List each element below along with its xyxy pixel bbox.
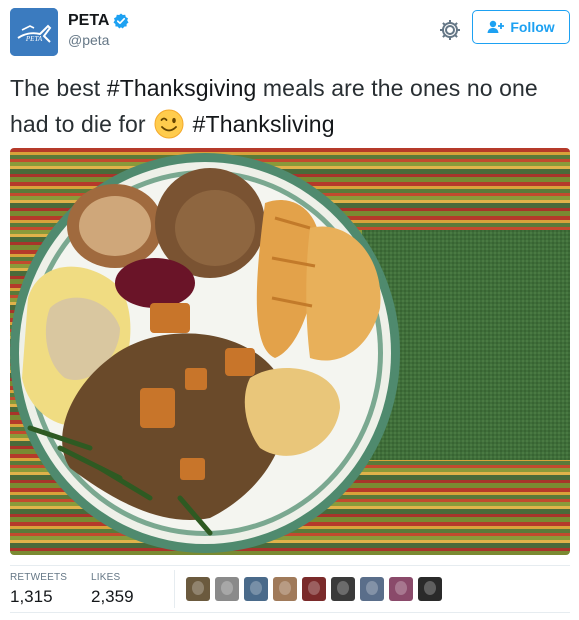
follow-button[interactable]: Follow [472, 10, 570, 44]
retweets-stat[interactable]: RETWEETS 1,315 [10, 572, 67, 607]
display-name[interactable]: PETA [68, 12, 109, 30]
add-user-icon [487, 20, 505, 33]
likes-stat[interactable]: LIKES 2,359 [91, 572, 134, 607]
peta-logo-icon: PETA [10, 8, 58, 56]
user-handle[interactable]: @peta [68, 32, 129, 48]
liker-avatar[interactable] [302, 577, 326, 601]
likes-count: 2,359 [91, 587, 134, 606]
verified-badge-icon [113, 13, 129, 29]
follow-label: Follow [510, 19, 555, 35]
tweet-text-before: The best [10, 75, 107, 101]
liker-avatar[interactable] [273, 577, 297, 601]
liker-avatar[interactable] [418, 577, 442, 601]
liker-avatar[interactable] [389, 577, 413, 601]
photo-image [10, 148, 570, 555]
retweets-count: 1,315 [10, 587, 53, 606]
liker-avatar[interactable] [360, 577, 384, 601]
likes-label: LIKES [91, 572, 121, 583]
hashtag-thanksliving[interactable]: #Thanksliving [193, 111, 335, 137]
likers-avatars [186, 577, 442, 601]
winking-face-emoji-icon [154, 109, 184, 139]
retweets-label: RETWEETS [10, 572, 68, 583]
hashtag-thanksgiving[interactable]: #Thanksgiving [107, 75, 257, 101]
avatar-logo-text: PETA [25, 35, 43, 43]
liker-avatar[interactable] [215, 577, 239, 601]
tweet-text: The best #Thanksgiving meals are the one… [10, 70, 570, 142]
avatar[interactable]: PETA [10, 8, 58, 56]
stats-divider [174, 570, 175, 608]
user-name-block: PETA @peta [68, 12, 129, 48]
gear-icon[interactable] [438, 18, 462, 42]
tweet-header: PETA PETA @peta Follow [10, 8, 570, 58]
liker-avatar[interactable] [186, 577, 210, 601]
liker-avatar[interactable] [331, 577, 355, 601]
tweet-stats: RETWEETS 1,315 LIKES 2,359 [10, 565, 570, 613]
thanksgiving-plate-photo[interactable] [10, 148, 570, 555]
liker-avatar[interactable] [244, 577, 268, 601]
